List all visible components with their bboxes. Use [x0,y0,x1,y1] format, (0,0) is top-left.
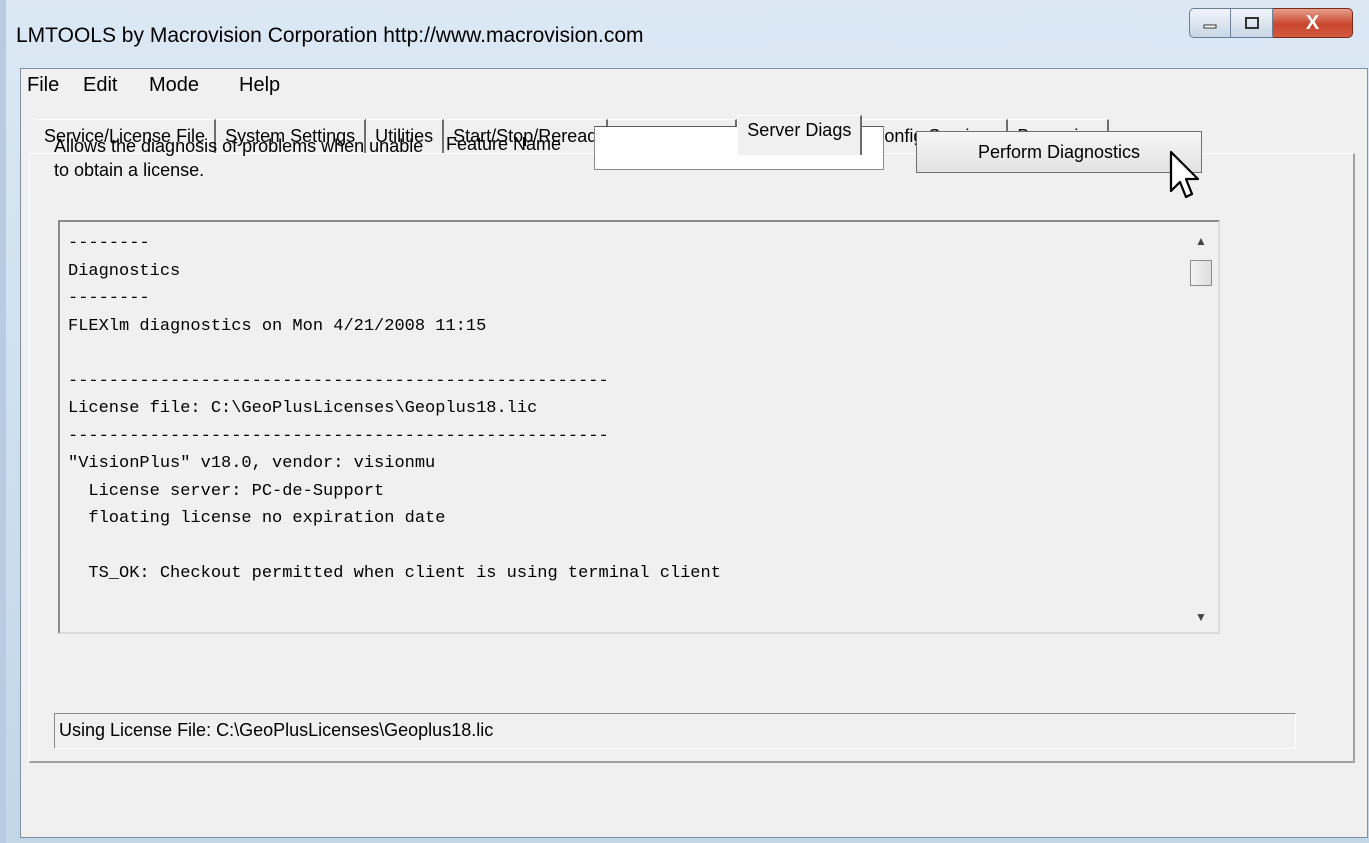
output-line: Diagnostics [68,261,181,281]
menu-mode[interactable]: Mode [149,74,199,97]
minimize-icon [1203,24,1217,29]
close-button[interactable]: X [1273,8,1353,38]
vertical-scrollbar[interactable]: ▲ ▼ [1186,224,1216,630]
menu-edit[interactable]: Edit [83,74,117,97]
feature-name-label: Feature Name [446,134,562,154]
output-line: TS_OK: Checkout permitted when client is… [68,564,721,583]
lmtools-window: LMTOOLS by Macrovision Corporation http:… [0,0,1369,843]
scroll-thumb[interactable] [1190,260,1212,286]
caption-buttons: X [1189,8,1353,38]
output-line: "VisionPlus" v18.0, vendor: visionmu [68,454,436,473]
status-bar: Using License File: C:\GeoPlusLicenses\G… [54,713,1296,749]
menu-help[interactable]: Help [239,74,280,97]
output-line: -------- [68,234,150,253]
mouse-pointer-icon [1169,150,1200,199]
menu-file[interactable]: File [27,74,59,97]
tab-server-diags[interactable]: Server Diags [737,115,863,155]
output-line: floating license no expiration date [68,509,446,528]
output-line: ----------------------------------------… [68,371,609,391]
menu-bar: File Edit Mode Help [21,69,1367,103]
window-title: LMTOOLS by Macrovision Corporation http:… [16,24,644,47]
scroll-down-arrow-icon[interactable]: ▼ [1186,604,1216,630]
perform-diagnostics-button[interactable]: Perform Diagnostics [916,131,1202,173]
diagnostics-output[interactable]: -------- Diagnostics -------- FLEXlm dia… [58,220,1220,634]
maximize-icon [1244,17,1259,29]
scroll-up-arrow-icon[interactable]: ▲ [1186,228,1216,254]
output-line: -------- [68,289,150,308]
output-line: License file: C:\GeoPlusLicenses\Geoplus… [68,399,538,418]
diagnostics-output-text: -------- Diagnostics -------- FLEXlm dia… [68,230,721,588]
maximize-button[interactable] [1231,8,1273,38]
diagnostics-description: Allows the diagnosis of problems when un… [54,136,424,180]
title-bar[interactable]: LMTOOLS by Macrovision Corporation http:… [12,0,1369,68]
close-icon: X [1305,11,1320,34]
minimize-button[interactable] [1189,8,1231,38]
output-line: FLEXlm diagnostics on Mon 4/21/2008 11:1… [68,316,487,336]
output-line: ----------------------------------------… [68,426,609,446]
output-line: License server: PC-de-Support [68,481,385,501]
